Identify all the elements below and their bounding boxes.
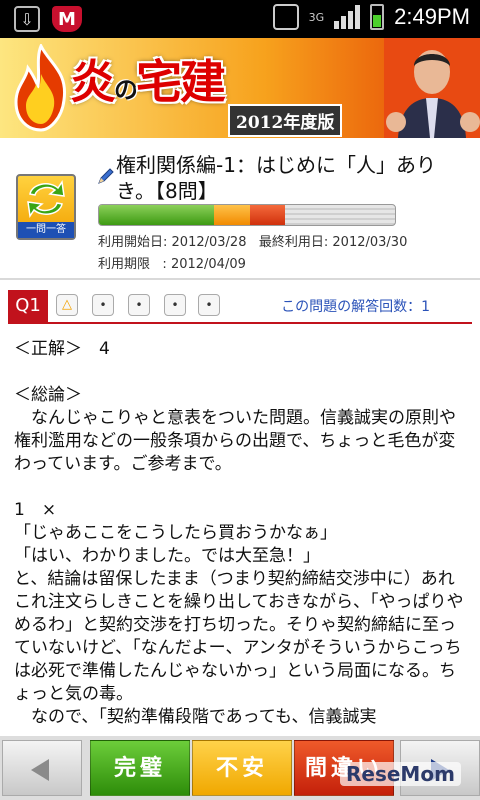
uneasy-button[interactable]: 不安 [192,740,292,796]
mcafee-icon: M [52,6,82,32]
app-banner: 炎の宅建 2012年度版 [0,38,480,138]
correct-value: 4 [99,339,110,359]
app-title: 炎の宅建 [70,55,226,109]
item1-line: なので、「契約準備段階であっても、信義誠実 [14,707,377,727]
explanation-text[interactable]: ＜正解＞ 4 ＜総論＞ なんじゃこりゃと意表をついた問題。信義誠実の原則や権利濫… [14,338,470,736]
last-date-label: 最終利用日: [258,235,329,250]
one-question-mode-icon[interactable]: 一問一答 [16,174,76,240]
item1-line: 「はい、わかりました。では大至急！」 [14,546,320,566]
mode-label: 一問一答 [18,222,74,238]
arrow-left-icon [31,759,49,781]
item1-line: と、結論は留保したまま（つまり契約締結交渉中に）あれこれ注文らしきことを繰り出し… [14,569,464,704]
download-icon: ⇩ [14,6,40,32]
progress-complete [99,205,215,225]
item1-line: 「じゃあここをこうしたら買おうかなぁ」 [14,523,337,543]
clock: 2:49PM [394,4,470,29]
last-date: 2012/03/30 [332,235,408,250]
divider [8,322,472,324]
watermark: ReseMom [340,762,461,786]
progress-wrong [249,205,286,225]
prev-button[interactable] [2,740,82,796]
usage-dates: 利用開始日: 2012/03/28 最終利用日: 2012/03/30 利用期限… [98,235,408,272]
mark-button-4[interactable]: • [198,294,220,316]
mark-button-2[interactable]: • [128,294,150,316]
instructor-photo [384,38,480,138]
battery-icon [370,4,385,30]
progress-bar [98,204,396,226]
warning-triangle-icon[interactable]: △ [56,294,78,316]
correct-label: ＜正解＞ [14,339,82,359]
progress-unanswered [285,205,395,225]
question-header: Q1 △ • • • • この問題の解答回数：1 [0,290,480,326]
mark-button-3[interactable]: • [164,294,186,316]
mark-button-1[interactable]: • [92,294,114,316]
course-info: 一問一答 権利関係編-1：はじめに「人」ありき。【8問】 利用開始日: 2012… [0,138,480,280]
complete-button[interactable]: 完璧 [90,740,190,796]
signal-icon [334,5,361,29]
item1-label: 1 × [14,500,57,520]
start-date-label: 利用開始日: [98,235,168,250]
edition-badge: 2012年度版 [228,104,343,137]
bottom-nav: 完璧 不安 間違い ReseMom [0,736,480,800]
course-title: 権利関係編-1：はじめに「人」ありき。【8問】 [116,153,436,203]
question-number: Q1 [8,290,48,322]
expiry-label: 利用期限 [98,257,151,272]
answer-count: この問題の解答回数：1 [281,299,430,315]
refresh-icon [27,179,65,219]
network-type: 3G [308,10,325,24]
expiry-date: 2012/04/09 [170,257,246,272]
status-bar: ⇩ M 3G 2:49PM [0,0,480,38]
flame-icon [14,44,67,132]
summary-text: なんじゃこりゃと意表をついた問題。信義誠実の原則や権利濫用などの一般条項からの出… [14,408,456,474]
progress-uneasy [214,205,250,225]
summary-label: ＜総論＞ [14,385,82,405]
vibrate-icon [272,4,299,30]
start-date: 2012/03/28 [171,235,247,250]
pencil-icon [98,168,114,184]
